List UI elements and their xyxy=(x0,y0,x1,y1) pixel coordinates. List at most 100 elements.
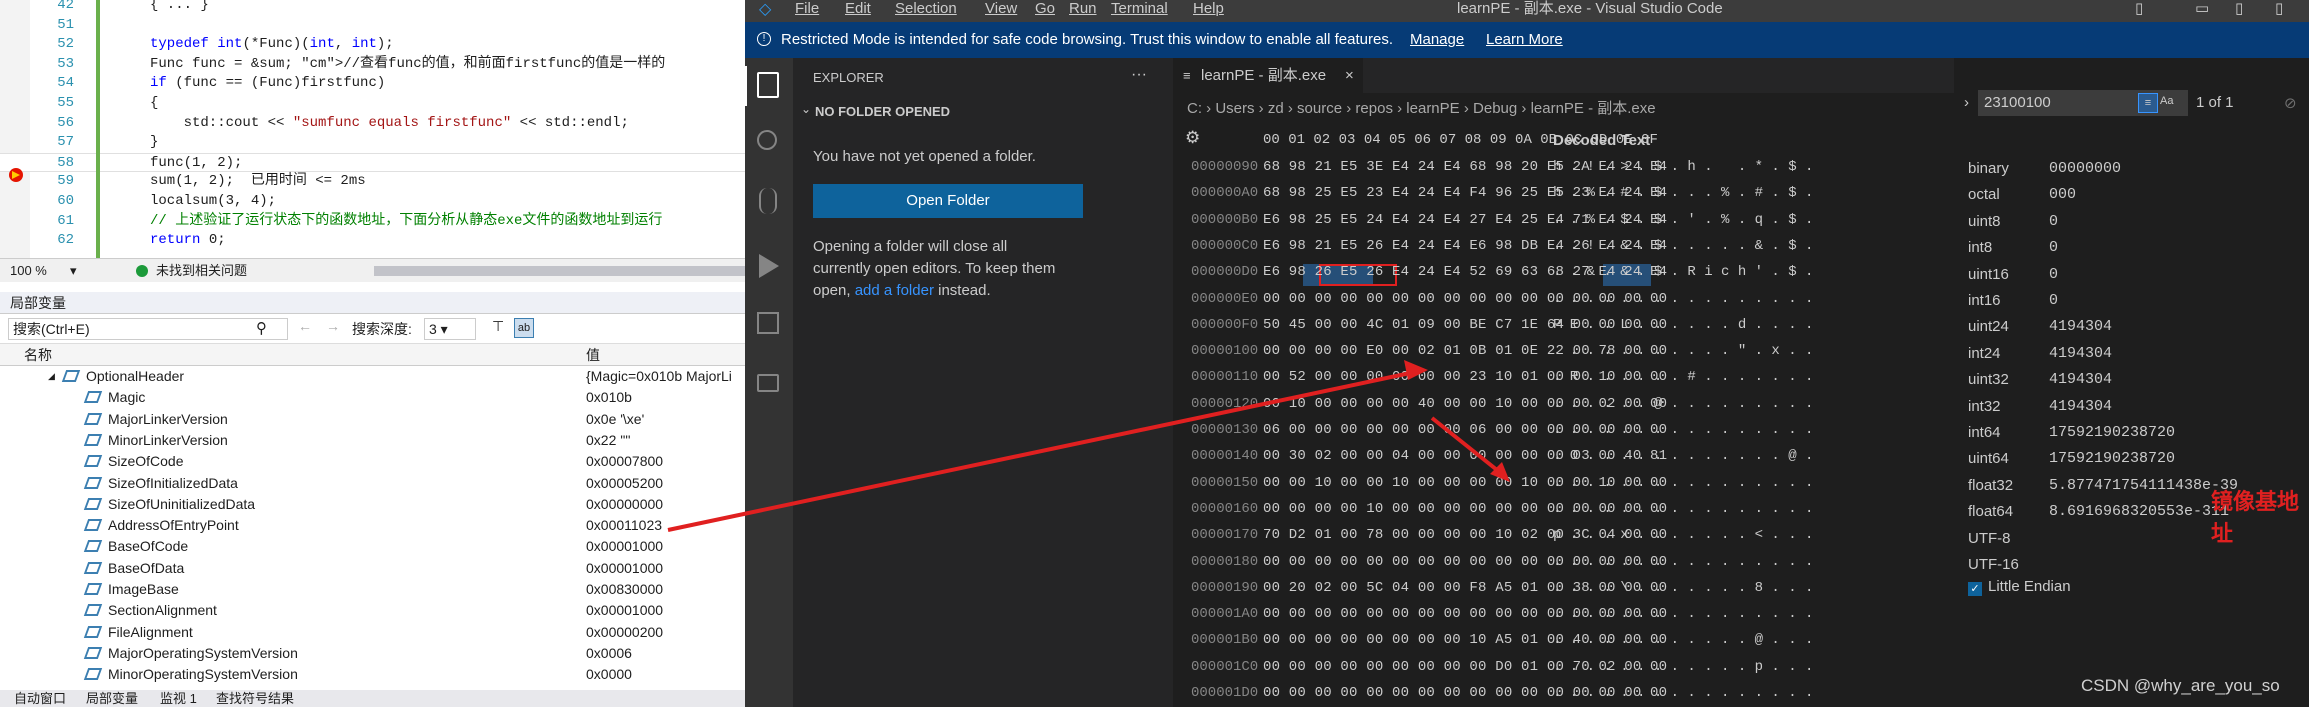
hex-row[interactable]: 000000E0 00 00 00 00 00 00 00 00 00 00 00… xyxy=(1173,286,1953,312)
locals-search-input[interactable]: 搜索(Ctrl+E) xyxy=(8,318,288,340)
decoded-text[interactable]: . 0 . . . . . . . . . . . . @ . xyxy=(1553,443,1813,469)
decoded-text[interactable]: . R . . . . . . # . . . . . . . xyxy=(1553,364,1813,390)
back-arrow-icon[interactable]: ← xyxy=(298,318,312,334)
learn-more-link[interactable]: Learn More xyxy=(1486,22,1563,58)
hex-row[interactable]: 00000110 00 52 00 00 00 00 00 00 23 10 01… xyxy=(1173,364,1953,390)
decoded-text[interactable]: . . . . . . . . . . . " . x . . xyxy=(1553,338,1813,364)
breadcrumb-item[interactable]: learnPE - 副本.exe xyxy=(1531,100,1656,117)
locals-row[interactable]: ImageBase 0x00830000 xyxy=(0,579,745,600)
inspector-value[interactable]: 0 xyxy=(2049,209,2058,235)
name-column-header[interactable]: 名称 xyxy=(24,344,52,366)
chevron-down-icon[interactable]: ⌄ xyxy=(801,102,811,116)
regex-toggle-icon[interactable]: ⊘ xyxy=(2284,94,2297,112)
hex-row[interactable]: 000000B0 E6 98 25 E5 24 E4 24 E4 27 E4 25… xyxy=(1173,207,1953,233)
hex-row[interactable]: 00000100 00 00 00 00 E0 00 02 01 0B 01 0E… xyxy=(1173,338,1953,364)
hex-row[interactable]: 000000D0 E6 98 26 E5 26 E4 24 E4 52 69 63… xyxy=(1173,259,1953,285)
decoded-text[interactable]: h . % . # . $ . . . % . # . $ . xyxy=(1553,180,1813,206)
hex-row[interactable]: 000000C0 E6 98 21 E5 26 E4 24 E4 E6 98 DB… xyxy=(1173,233,1953,259)
inspector-value[interactable]: 4194304 xyxy=(2049,394,2112,420)
little-endian-checkbox[interactable]: ✓ xyxy=(1968,582,1982,596)
inspector-value[interactable]: 4194304 xyxy=(2049,341,2112,367)
code-line[interactable]: 53 Func func = &sum; "cm">//查看func的值，和前面f… xyxy=(0,55,745,74)
menu-selection[interactable]: Selection xyxy=(895,0,957,18)
expand-icon[interactable]: ◢ xyxy=(48,366,55,387)
hex-row[interactable]: 00000180 00 00 00 00 00 00 00 00 00 00 00… xyxy=(1173,549,1953,575)
code-line[interactable]: 52 typedef int(*Func)(int, int); xyxy=(0,35,745,54)
hex-row[interactable]: 000000F0 50 45 00 00 4C 01 09 00 BE C7 1E… xyxy=(1173,312,1953,338)
decoded-text[interactable]: p . . . x . . . . . . . < . . . xyxy=(1553,522,1813,548)
match-case-icon[interactable]: Aa xyxy=(2160,95,2173,107)
locals-row[interactable]: MinorLinkerVersion 0x22 '"' xyxy=(0,430,745,451)
locals-row[interactable]: FileAlignment 0x00000200 xyxy=(0,622,745,643)
inspector-value[interactable]: 0 xyxy=(2049,262,2058,288)
hex-row[interactable]: 000000A0 68 98 25 E5 23 E4 24 E4 F4 96 25… xyxy=(1173,180,1953,206)
locals-row[interactable]: BaseOfData 0x00001000 xyxy=(0,558,745,579)
locals-row[interactable]: MinorOperatingSystemVersion 0x0000 xyxy=(0,664,745,685)
run-debug-icon[interactable] xyxy=(759,254,779,278)
forward-arrow-icon[interactable]: → xyxy=(326,318,340,334)
breadcrumb-item[interactable]: Users xyxy=(1215,100,1254,117)
menu-terminal[interactable]: Terminal xyxy=(1111,0,1168,18)
tab-0[interactable]: 自动窗口 xyxy=(14,690,66,707)
decoded-text[interactable]: . . . . . . . . . . . . p . . . xyxy=(1553,654,1813,680)
zoom-dropdown-icon[interactable]: ▾ xyxy=(70,259,77,283)
no-folder-header[interactable]: NO FOLDER OPENED xyxy=(815,104,950,119)
hex-row[interactable]: 000001A0 00 00 00 00 00 00 00 00 00 00 00… xyxy=(1173,601,1953,627)
inspector-value[interactable]: 0 xyxy=(2049,288,2058,314)
code-line[interactable]: 62 return 0; xyxy=(0,231,745,250)
decoded-text[interactable]: P E . . L . . . . . . d . . . . xyxy=(1553,312,1813,338)
restore-icon[interactable]: ▯ xyxy=(2235,0,2243,18)
inspector-value[interactable]: 4194304 xyxy=(2049,367,2112,393)
menu-go[interactable]: Go xyxy=(1035,0,1055,18)
code-line[interactable]: 60 localsum(3, 4); xyxy=(0,192,745,211)
hex-row[interactable]: 000001D0 00 00 00 00 00 00 00 00 00 00 00… xyxy=(1173,680,1953,706)
menu-help[interactable]: Help xyxy=(1193,0,1224,18)
issue-status[interactable]: 未找到相关问题 xyxy=(156,259,247,283)
locals-row[interactable]: MajorLinkerVersion 0x0e '\xe' xyxy=(0,409,745,430)
pin-icon[interactable]: ⊤ xyxy=(492,318,504,335)
hex-row[interactable]: 00000140 00 30 02 00 00 04 00 00 00 00 00… xyxy=(1173,443,1953,469)
breadcrumb-item[interactable]: learnPE xyxy=(1406,100,1459,117)
remote-explorer-icon[interactable] xyxy=(757,374,779,392)
breadcrumb-item[interactable]: repos xyxy=(1355,100,1393,117)
locals-row[interactable]: AddressOfEntryPoint 0x00011023 xyxy=(0,515,745,536)
decoded-text[interactable]: . . . . . . . . . . . . . . . . xyxy=(1553,601,1813,627)
decoded-text[interactable]: . . % . $ . $ . ' . % . q . $ . xyxy=(1553,207,1813,233)
menu-run[interactable]: Run xyxy=(1069,0,1097,18)
settings-gear-icon[interactable]: ⚙ xyxy=(1185,128,1200,148)
search-icon[interactable]: ⚲ xyxy=(256,319,267,337)
find-binary-toggle-icon[interactable]: ≡ xyxy=(2138,93,2158,113)
hex-row[interactable]: 00000170 70 D2 01 00 78 00 00 00 00 10 02… xyxy=(1173,522,1953,548)
menu-file[interactable]: File xyxy=(795,0,819,18)
breadcrumb-item[interactable]: Debug xyxy=(1473,100,1517,117)
code-line[interactable]: 59 sum(1, 2); 已用时间 <= 2ms xyxy=(0,172,745,191)
code-line[interactable]: 55 { xyxy=(0,94,745,113)
breadcrumb-item[interactable]: C: xyxy=(1187,100,1202,117)
decoded-text[interactable]: . . . . . . . . . . . . . . . . xyxy=(1553,496,1813,522)
explorer-icon[interactable] xyxy=(757,72,779,98)
manage-link[interactable]: Manage xyxy=(1410,22,1464,58)
horizontal-scrollbar[interactable] xyxy=(374,266,745,276)
decoded-text[interactable]: h . ! . > . $ . h . . * . $ . xyxy=(1553,154,1813,180)
hex-row[interactable]: 00000130 06 00 00 00 00 00 00 00 06 00 00… xyxy=(1173,417,1953,443)
inspector-value[interactable]: 17592190238720 xyxy=(2049,420,2175,446)
locals-row[interactable]: BaseOfCode 0x00001000 xyxy=(0,536,745,557)
code-editor[interactable]: 42 { ... } 51 52 typedef int(*Func)(int, int… xyxy=(0,0,745,258)
close-tab-icon[interactable]: × xyxy=(1345,58,1354,93)
find-collapse-icon[interactable]: › xyxy=(1964,94,1969,111)
tab-1[interactable]: 局部变量 xyxy=(86,690,138,707)
decoded-text[interactable]: . . . . \ . . . . . . . 8 . . . xyxy=(1553,575,1813,601)
zoom-level[interactable]: 100 % xyxy=(10,259,47,283)
view-toggle-icon[interactable]: ab xyxy=(514,318,534,338)
hex-row[interactable]: 00000150 00 00 10 00 00 10 00 00 00 00 10… xyxy=(1173,470,1953,496)
extensions-icon[interactable] xyxy=(757,312,779,334)
decoded-text[interactable]: . . . . . . @ . . . . . . . . . xyxy=(1553,391,1813,417)
hex-row[interactable]: 000001B0 00 00 00 00 00 00 00 00 10 A5 01… xyxy=(1173,627,1953,653)
hex-row[interactable]: 000001C0 00 00 00 00 00 00 00 00 00 D0 01… xyxy=(1173,654,1953,680)
locals-row[interactable]: SizeOfCode 0x00007800 xyxy=(0,451,745,472)
hex-row[interactable]: 00000160 00 00 00 00 10 00 00 00 00 00 00… xyxy=(1173,496,1953,522)
inspector-value[interactable]: 00000000 xyxy=(2049,156,2121,182)
inspector-value[interactable]: 4194304 xyxy=(2049,314,2112,340)
code-line[interactable]: 58 func(1, 2); xyxy=(0,152,745,172)
decoded-text[interactable]: . . . . . . . . . . . . . . . . xyxy=(1553,417,1813,443)
